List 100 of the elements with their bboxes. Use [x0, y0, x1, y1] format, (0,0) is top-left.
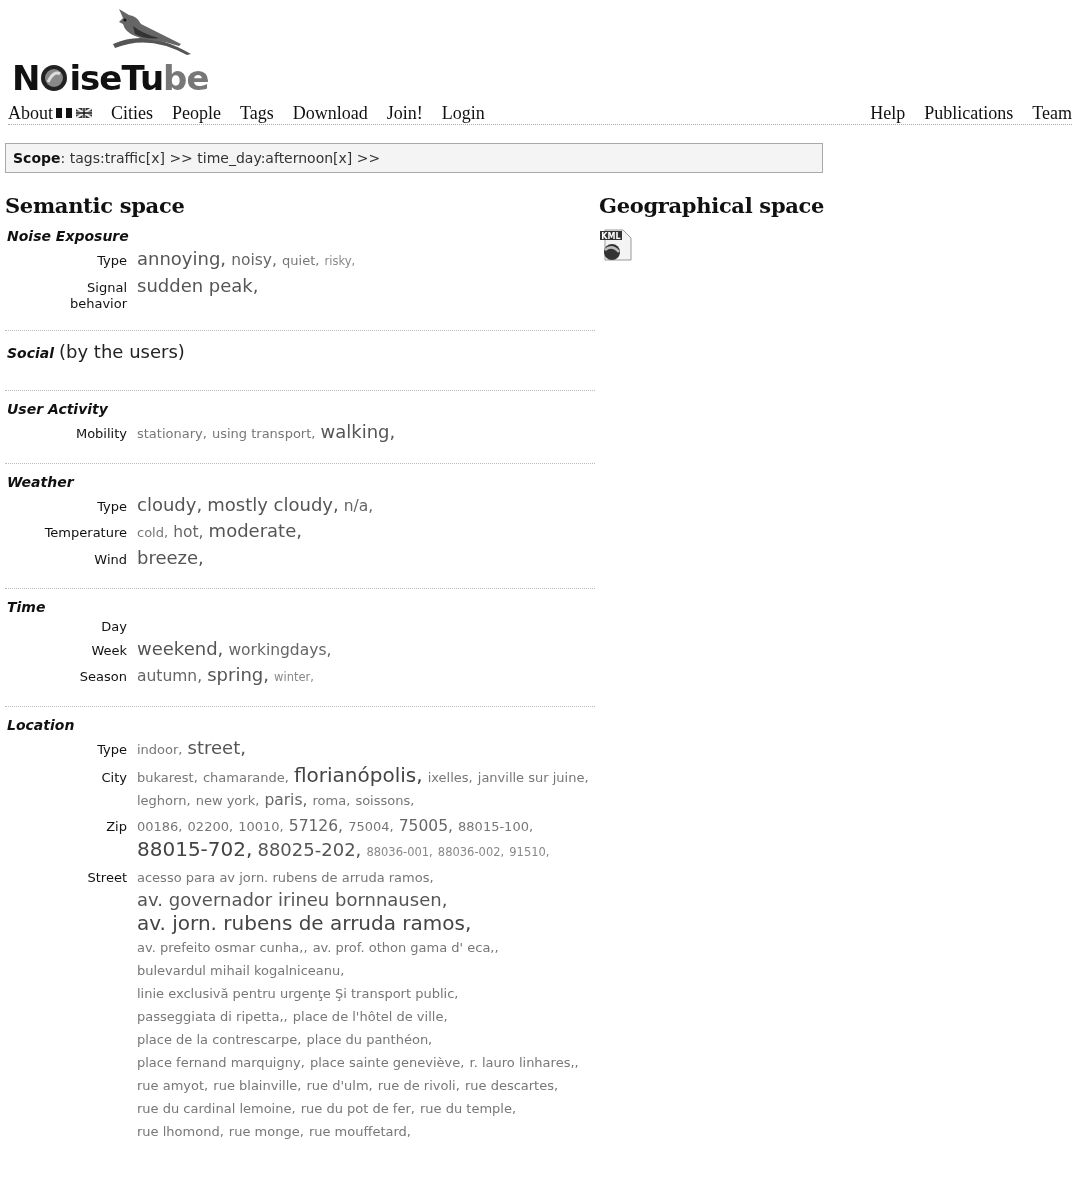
- facet-label: Type: [97, 253, 127, 269]
- tag-link[interactable]: av. prefeito osmar cunha,,: [137, 940, 308, 955]
- facet-label: Temperature: [44, 525, 127, 541]
- facet-label: Zip: [106, 819, 127, 835]
- tag-link[interactable]: winter,: [274, 670, 314, 684]
- tag-link[interactable]: 88025-202,: [257, 839, 362, 860]
- tag-link[interactable]: using transport,: [211, 426, 316, 441]
- tag-link[interactable]: breeze,: [137, 547, 204, 568]
- facet-label: Week: [91, 643, 127, 659]
- tag-link[interactable]: passeggiata di ripetta,,: [137, 1009, 288, 1024]
- category-heading: User Activity: [7, 401, 108, 417]
- tag-link[interactable]: noisy,: [231, 251, 277, 269]
- site-logo[interactable]: N iseTube: [12, 58, 209, 98]
- tag-link[interactable]: rue mouffetard,: [308, 1124, 411, 1139]
- tag-link[interactable]: mostly cloudy,: [207, 494, 339, 515]
- facet-label: Street: [87, 870, 127, 886]
- tag-link[interactable]: av. governador irineu bornnausen,: [137, 889, 448, 910]
- tag-link[interactable]: chamarande,: [202, 770, 289, 785]
- tag-link[interactable]: r. lauro linhares,,: [469, 1055, 579, 1070]
- tag-link[interactable]: risky,: [324, 254, 356, 268]
- tag-link[interactable]: 88015-100,: [458, 819, 534, 834]
- tag-link[interactable]: ixelles,: [427, 770, 473, 785]
- tag-link[interactable]: street,: [187, 737, 246, 758]
- tag-link[interactable]: annoying,: [137, 248, 227, 269]
- tag-link[interactable]: weekend,: [137, 638, 224, 659]
- tag-link[interactable]: place du panthéon,: [306, 1032, 433, 1047]
- tag-link[interactable]: 91510,: [509, 845, 550, 859]
- category-heading: Noise Exposure: [7, 228, 129, 244]
- tag-link[interactable]: rue monge,: [228, 1124, 304, 1139]
- scope-text: Scope: tags:traffic[x] >> time_day:afternoon[x] >>: [13, 150, 382, 166]
- tag-link[interactable]: new york,: [195, 793, 260, 808]
- tag-link[interactable]: 75004,: [348, 819, 394, 834]
- category-heading: Location: [7, 717, 75, 733]
- tag-link[interactable]: workingdays,: [228, 641, 332, 659]
- tag-link[interactable]: stationary,: [137, 426, 207, 441]
- nav-link[interactable]: Join!: [386, 102, 423, 124]
- tag-link[interactable]: n/a,: [343, 497, 374, 515]
- tag-link[interactable]: place de la contrescarpe,: [137, 1032, 302, 1047]
- tag-link[interactable]: 88036-001,: [366, 845, 433, 859]
- tag-link[interactable]: moderate,: [208, 520, 302, 541]
- facet-label: City: [101, 770, 127, 786]
- tag-link[interactable]: spring,: [207, 664, 269, 685]
- tag-link[interactable]: walking,: [320, 421, 396, 442]
- tag-link[interactable]: leghorn,: [137, 793, 191, 808]
- tag-link[interactable]: paris,: [264, 791, 308, 809]
- tag-link[interactable]: bukarest,: [137, 770, 198, 785]
- nav-link[interactable]: People: [172, 102, 221, 124]
- tag-link[interactable]: sudden peak,: [137, 275, 259, 296]
- nav-link[interactable]: Help: [870, 102, 906, 124]
- tag-link[interactable]: acesso para av jorn. rubens de arruda ramos,: [137, 870, 434, 885]
- nav-link[interactable]: Cities: [111, 102, 153, 124]
- flag-icon[interactable]: [76, 108, 92, 118]
- tag-link[interactable]: rue de rivoli,: [377, 1078, 460, 1093]
- tag-link[interactable]: 02200,: [187, 819, 234, 834]
- tag-link[interactable]: linie exclusivă pentru urgenţe Şi transport public,: [137, 986, 459, 1001]
- nav-link[interactable]: Login: [441, 102, 485, 124]
- tag-link[interactable]: cloudy,: [137, 494, 203, 515]
- facet-label: Wind: [94, 552, 127, 568]
- tag-link[interactable]: rue du cardinal lemoine,: [137, 1101, 296, 1116]
- tag-link[interactable]: 88036-002,: [437, 845, 505, 859]
- tag-link[interactable]: rue d'ulm,: [306, 1078, 373, 1093]
- tag-link[interactable]: 10010,: [238, 819, 284, 834]
- tag-link[interactable]: 88015-702,: [137, 837, 253, 861]
- tag-link[interactable]: av. prof. othon gama d' eca,,: [312, 940, 499, 955]
- tag-link[interactable]: soissons,: [355, 793, 415, 808]
- tag-link[interactable]: place sainte geneviève,: [309, 1055, 465, 1070]
- tag-link[interactable]: roma,: [312, 793, 351, 808]
- nav-link[interactable]: About: [8, 102, 53, 124]
- tag-link[interactable]: rue du temple,: [420, 1101, 517, 1116]
- tag-link[interactable]: bulevardul mihail kogalniceanu,: [137, 963, 345, 978]
- tag-link[interactable]: 75005,: [398, 817, 453, 835]
- category-heading: Weather: [7, 474, 74, 490]
- tag-link[interactable]: quiet,: [282, 253, 320, 268]
- tag-link[interactable]: rue du pot de fer,: [300, 1101, 415, 1116]
- tag-link[interactable]: hot,: [173, 523, 204, 541]
- tag-link[interactable]: janville sur juine,: [477, 770, 589, 785]
- tag-link[interactable]: cold,: [137, 525, 169, 540]
- tag-link[interactable]: av. jorn. rubens de arruda ramos,: [137, 911, 472, 935]
- nav-link[interactable]: Team: [1032, 102, 1072, 124]
- facet-label: Type: [97, 499, 127, 515]
- facet-label: Mobility: [75, 426, 127, 442]
- tag-link[interactable]: place de l'hôtel de ville,: [292, 1009, 448, 1024]
- section-heading: Geographical space: [599, 193, 825, 218]
- facet-label: Day: [101, 619, 127, 635]
- category-heading: Social: [7, 345, 55, 361]
- tag-link[interactable]: autumn,: [137, 667, 203, 685]
- category-heading: Time: [7, 599, 46, 615]
- nav-link[interactable]: Publications: [924, 102, 1014, 124]
- nav-link[interactable]: Tags: [240, 102, 274, 124]
- tag-link[interactable]: 00186,: [137, 819, 183, 834]
- facet-label: Type: [97, 742, 127, 758]
- tag-link[interactable]: 57126,: [288, 817, 344, 835]
- tag-link[interactable]: rue descartes,: [464, 1078, 559, 1093]
- nav-link[interactable]: Download: [292, 102, 368, 124]
- tag-link[interactable]: rue amyot,: [137, 1078, 209, 1093]
- tag-link[interactable]: florianópolis,: [293, 763, 423, 787]
- tag-link[interactable]: indoor,: [137, 742, 183, 757]
- tag-link[interactable]: rue blainville,: [213, 1078, 302, 1093]
- tag-link[interactable]: rue lhomond,: [137, 1124, 224, 1139]
- tag-link[interactable]: place fernand marquigny,: [137, 1055, 305, 1070]
